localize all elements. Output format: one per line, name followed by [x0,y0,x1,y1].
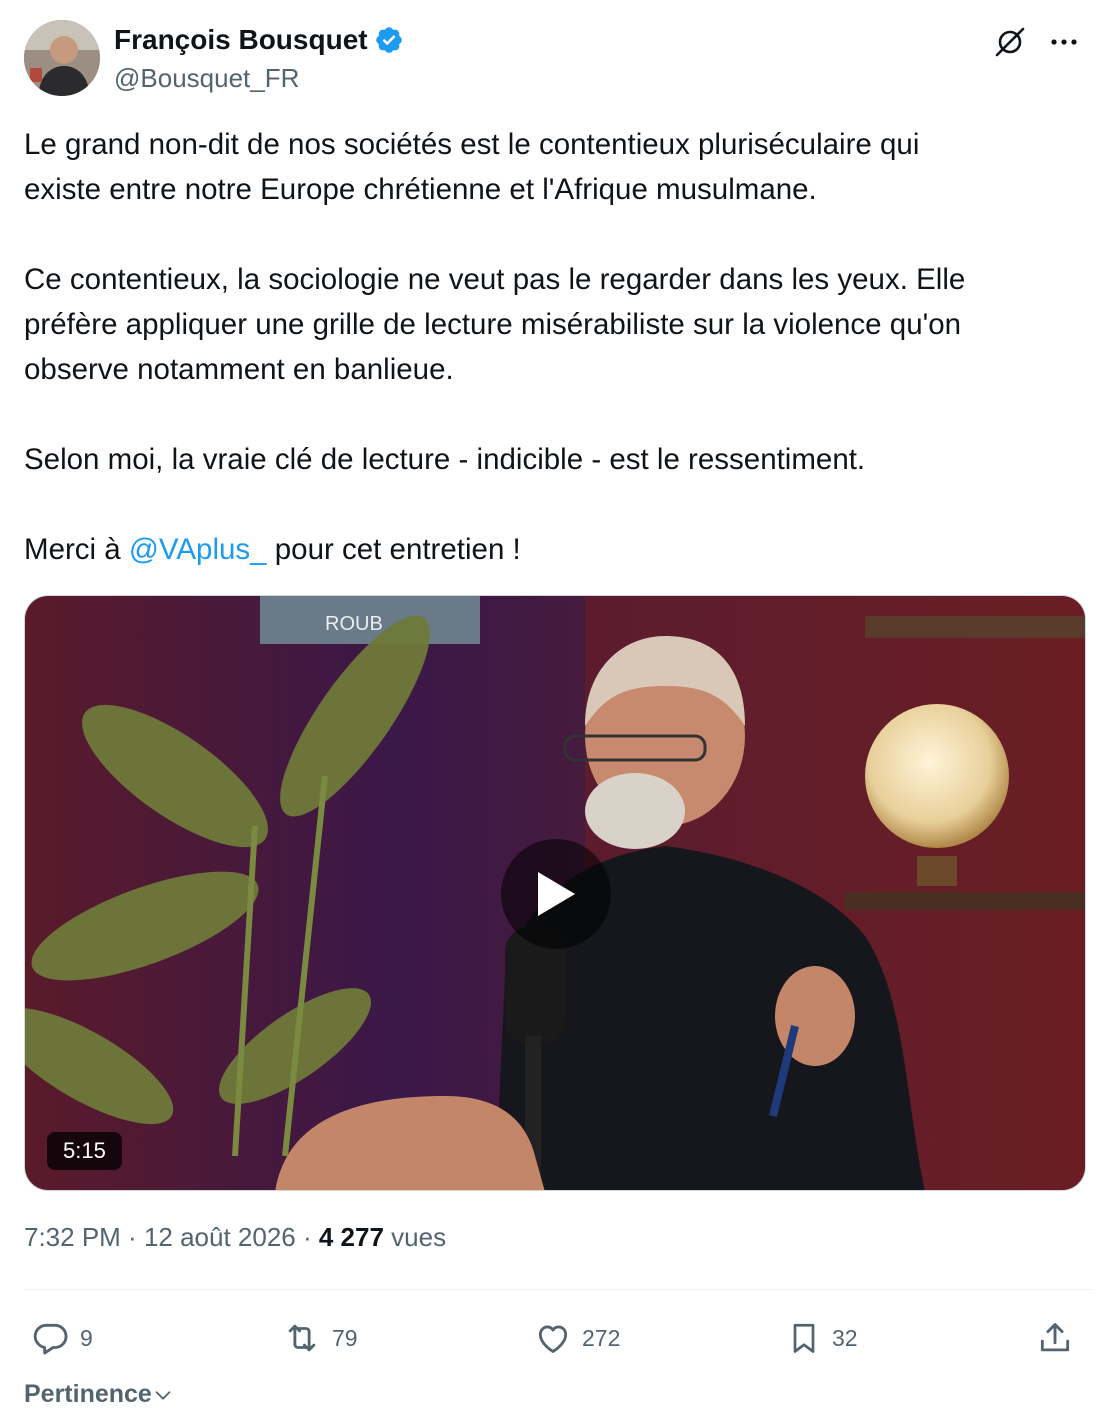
tweet-text-line: Selon moi, la vraie clé de lecture - ind… [24,443,866,476]
poster-sign: ROUB [325,613,383,635]
sort-dropdown[interactable]: Pertinence [24,1380,174,1409]
play-icon [538,872,575,916]
verified-badge-icon[interactable] [374,25,404,55]
repost-icon [288,1324,316,1352]
action-bar: 9 79 272 32 [24,1310,1094,1366]
views-label: vues [383,1222,447,1252]
tweet-time[interactable]: 7:32 PM [24,1222,121,1252]
grok-icon[interactable] [990,22,1030,62]
sort-label: Pertinence [24,1380,152,1408]
tweet-meta: 7:32 PM · 12 août 2026 · 4 277 vues [24,1222,446,1253]
tweet-header: François Bousquet @Bousquet_FR [24,20,1094,100]
tweet-text-line: Merci à @VAplus_ pour cet entretien ! [24,527,1094,572]
video-duration: 5:15 [47,1132,122,1170]
reply-icon [33,1323,68,1355]
divider [24,1289,1094,1290]
tweet-text: Le grand non-dit de nos sociétés est le … [24,122,1094,572]
tweet-date[interactable]: 12 août 2026 [144,1222,296,1252]
author-name-row: François Bousquet [114,24,404,56]
author-handle[interactable]: @Bousquet_FR [114,63,299,94]
video-player[interactable]: ROUB 5:15 [24,595,1086,1191]
repost-count: 79 [332,1324,358,1351]
reply-count: 9 [80,1324,93,1351]
bookmark-icon [793,1323,815,1353]
share-icon [1040,1323,1070,1352]
more-options-icon[interactable] [1044,22,1084,62]
meta-separator: · [295,1222,319,1252]
mention-link[interactable]: @VAplus_ [129,533,267,566]
heart-icon [538,1325,568,1353]
like-count: 272 [582,1324,621,1351]
tweet-text-line: existe entre notre Europe chrétienne et … [24,173,817,206]
tweet-text-line: préfère appliquer une grille de lecture … [24,308,962,341]
chevron-down-icon [155,1390,171,1400]
author-display-name[interactable]: François Bousquet [114,24,368,56]
play-button[interactable] [501,839,611,949]
bookmark-count: 32 [832,1324,858,1351]
meta-separator: · [120,1222,144,1252]
like-button[interactable]: 272 [534,1310,620,1366]
avatar[interactable] [24,20,100,96]
repost-button[interactable]: 79 [282,1310,358,1366]
views-count: 4 277 [318,1222,384,1252]
bookmark-button[interactable]: 32 [786,1310,858,1366]
reply-button[interactable]: 9 [32,1310,93,1366]
tweet-text-line: observe notamment en banlieue. [24,353,454,386]
thanks-text-end: pour cet entretien ! [266,533,521,566]
thanks-text: Merci à [24,533,129,566]
tweet-text-line: Le grand non-dit de nos sociétés est le … [24,128,920,161]
tweet-text-line: Ce contentieux, la sociologie ne veut pa… [24,263,966,296]
share-button[interactable] [1036,1310,1074,1366]
